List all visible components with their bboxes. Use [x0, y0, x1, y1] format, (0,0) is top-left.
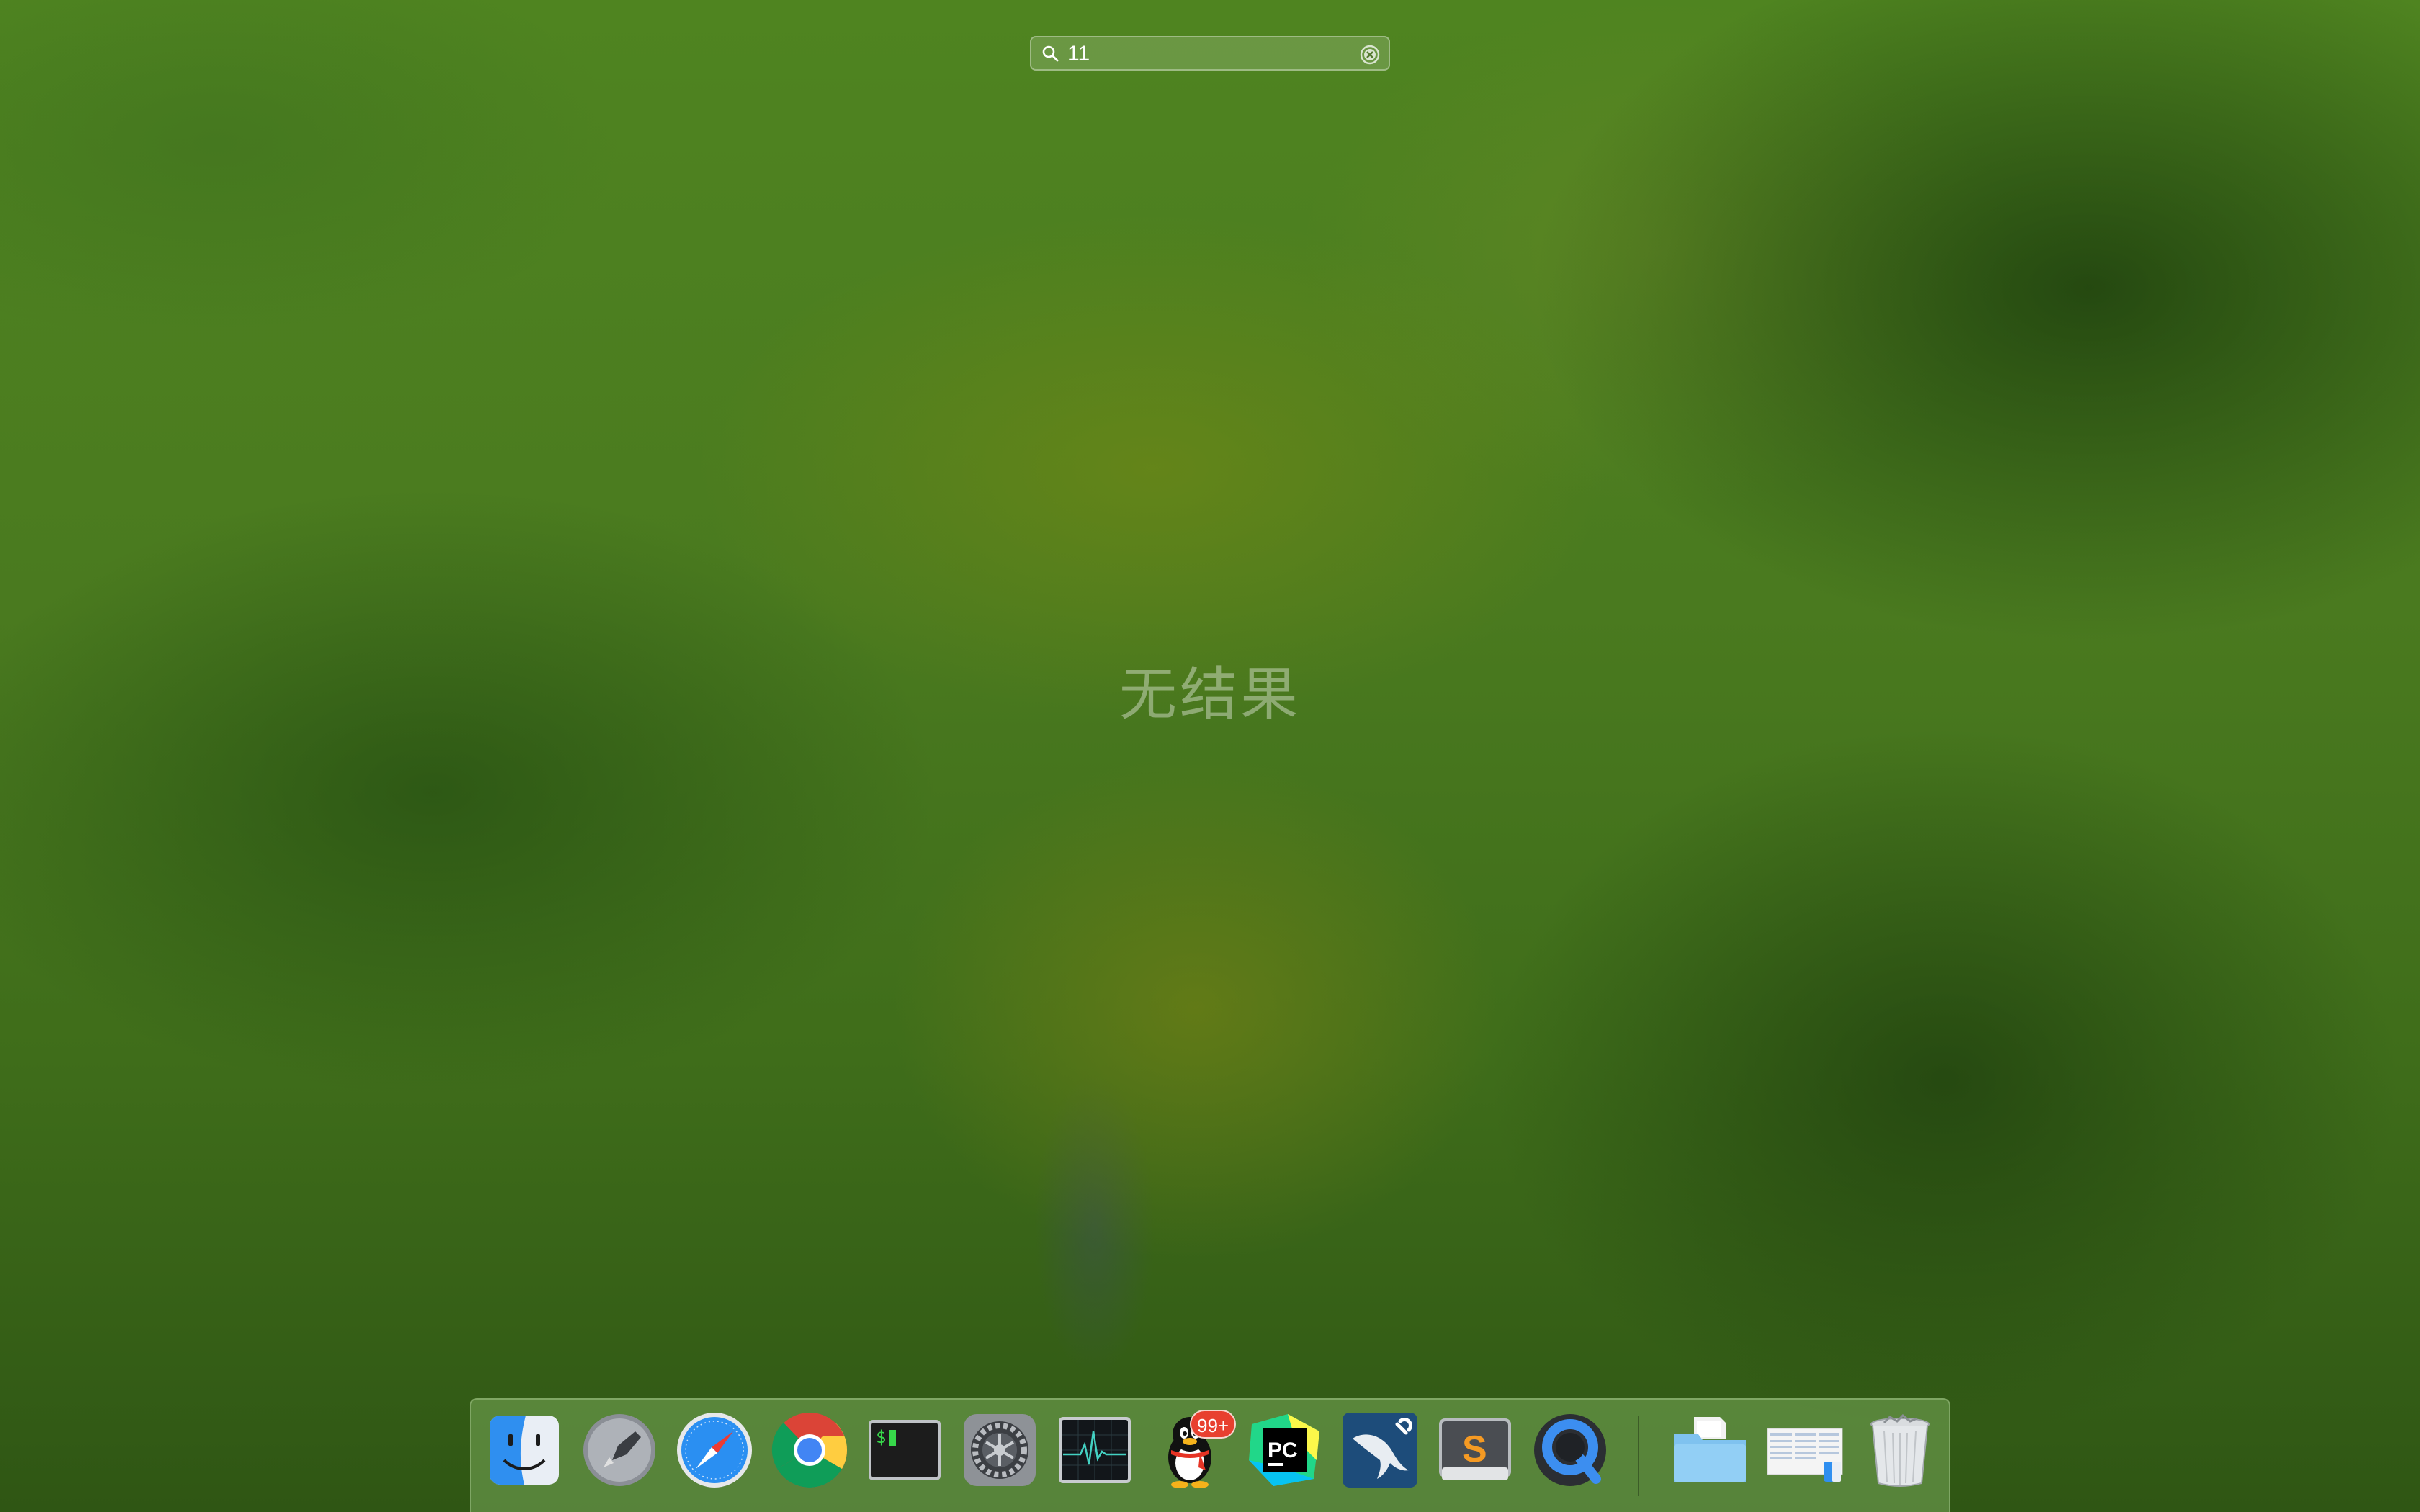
dolphin-icon [1343, 1413, 1417, 1488]
search-icon [1042, 45, 1059, 62]
dock-item-mysql-workbench[interactable] [1337, 1410, 1423, 1500]
clear-icon[interactable] [1360, 45, 1380, 65]
folder-icon [1674, 1417, 1746, 1482]
dock-item-trash[interactable] [1857, 1410, 1943, 1500]
notification-badge: 99+ [1190, 1410, 1237, 1439]
dock-item-sublime-text[interactable]: S [1432, 1410, 1518, 1500]
pycharm-icon: PC [1249, 1414, 1319, 1486]
dock-item-qq[interactable]: 99+ [1147, 1410, 1237, 1500]
dock-item-documents-stack[interactable] [1762, 1410, 1848, 1500]
gear-icon [964, 1414, 1036, 1486]
trash-icon [1870, 1413, 1930, 1487]
dock-item-downloads-folder[interactable] [1667, 1410, 1753, 1500]
launchpad-icon [583, 1414, 655, 1486]
safari-icon [677, 1413, 752, 1488]
search-input[interactable] [1067, 40, 1334, 68]
terminal-icon: $ [869, 1420, 941, 1480]
svg-text:PC: PC [1268, 1439, 1298, 1462]
chrome-icon [771, 1413, 848, 1488]
dock-separator [1638, 1416, 1639, 1496]
activity-monitor-icon [1059, 1417, 1131, 1483]
dock: $ 99+ PC S [470, 1398, 1950, 1512]
no-results-message: 无结果 [1119, 661, 1301, 728]
dock-item-finder[interactable] [481, 1410, 568, 1500]
finder-icon [490, 1416, 559, 1485]
dock-item-activity-monitor[interactable] [1052, 1410, 1138, 1500]
stack-icon [1767, 1428, 1843, 1482]
svg-text:S: S [1462, 1428, 1487, 1470]
dock-item-system-preferences[interactable] [956, 1410, 1043, 1500]
launchpad-screen: 无结果 [0, 0, 2420, 1512]
sublime-icon: S [1439, 1418, 1511, 1480]
dock-item-chrome[interactable] [766, 1410, 853, 1500]
dock-item-safari[interactable] [671, 1410, 758, 1500]
dock-item-terminal[interactable]: $ [861, 1410, 948, 1500]
svg-text:$: $ [876, 1427, 886, 1447]
dock-item-launchpad[interactable] [576, 1410, 663, 1500]
quicktime-icon [1534, 1414, 1606, 1486]
dock-item-quicktime[interactable] [1527, 1410, 1613, 1500]
search-bar[interactable] [1030, 36, 1390, 71]
dock-item-pycharm[interactable]: PC [1242, 1410, 1328, 1500]
